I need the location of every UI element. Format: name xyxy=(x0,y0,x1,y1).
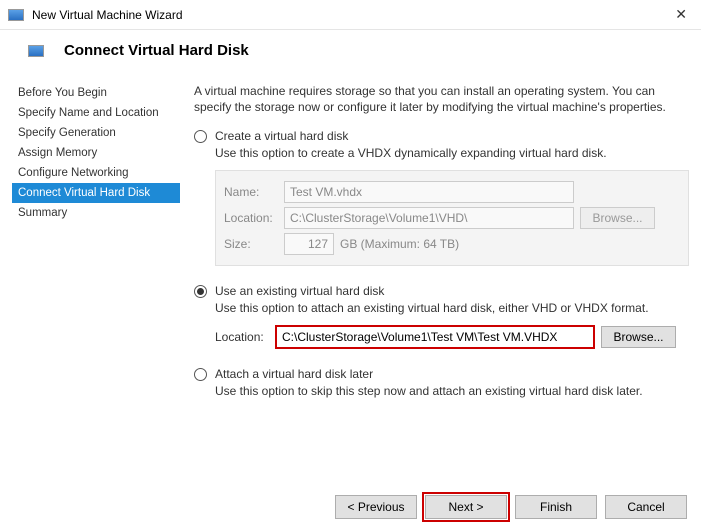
option-create-vhd: Create a virtual hard disk Use this opti… xyxy=(194,129,689,266)
wizard-icon xyxy=(8,9,24,21)
existing-browse-button[interactable]: Browse... xyxy=(601,326,676,348)
create-fields: Name: Location: Browse... Size: GB (Maxi… xyxy=(215,170,689,266)
radio-existing-label: Use an existing virtual hard disk xyxy=(215,284,384,298)
create-name-input xyxy=(284,181,574,203)
radio-later[interactable] xyxy=(194,368,207,381)
step-sidebar: Before You Begin Specify Name and Locati… xyxy=(12,83,180,416)
create-loc-input xyxy=(284,207,574,229)
create-desc: Use this option to create a VHDX dynamic… xyxy=(215,146,689,160)
existing-loc-input[interactable] xyxy=(275,325,595,349)
existing-loc-label: Location: xyxy=(215,330,275,344)
step-assign-memory[interactable]: Assign Memory xyxy=(12,143,180,163)
window-title: New Virtual Machine Wizard xyxy=(32,8,669,22)
previous-button[interactable]: < Previous xyxy=(335,495,417,519)
step-before-you-begin[interactable]: Before You Begin xyxy=(12,83,180,103)
create-size-input xyxy=(284,233,334,255)
radio-create-label: Create a virtual hard disk xyxy=(215,129,348,143)
create-loc-label: Location: xyxy=(224,211,284,225)
intro-text: A virtual machine requires storage so th… xyxy=(194,83,689,115)
create-size-unit: GB (Maximum: 64 TB) xyxy=(340,237,459,251)
finish-button[interactable]: Finish xyxy=(515,495,597,519)
option-attach-later: Attach a virtual hard disk later Use thi… xyxy=(194,367,689,398)
wizard-icon xyxy=(28,45,44,57)
titlebar: New Virtual Machine Wizard ✕ xyxy=(0,0,701,30)
step-specify-generation[interactable]: Specify Generation xyxy=(12,123,180,143)
next-button[interactable]: Next > xyxy=(425,495,507,519)
page-header: Connect Virtual Hard Disk xyxy=(0,30,701,75)
step-specify-name[interactable]: Specify Name and Location xyxy=(12,103,180,123)
step-summary[interactable]: Summary xyxy=(12,203,180,223)
wizard-footer: < Previous Next > Finish Cancel xyxy=(335,495,687,519)
existing-desc: Use this option to attach an existing vi… xyxy=(215,301,689,315)
later-desc: Use this option to skip this step now an… xyxy=(215,384,689,398)
option-existing-vhd: Use an existing virtual hard disk Use th… xyxy=(194,284,689,349)
create-name-label: Name: xyxy=(224,185,284,199)
wizard-body: Before You Begin Specify Name and Locati… xyxy=(0,75,701,416)
radio-existing[interactable] xyxy=(194,285,207,298)
create-browse-button: Browse... xyxy=(580,207,655,229)
existing-fields: Location: Browse... xyxy=(215,325,689,349)
step-connect-vhd[interactable]: Connect Virtual Hard Disk xyxy=(12,183,180,203)
page-title: Connect Virtual Hard Disk xyxy=(64,42,249,59)
step-configure-networking[interactable]: Configure Networking xyxy=(12,163,180,183)
radio-create[interactable] xyxy=(194,130,207,143)
radio-later-label: Attach a virtual hard disk later xyxy=(215,367,373,381)
wizard-content: A virtual machine requires storage so th… xyxy=(180,83,689,416)
close-icon[interactable]: ✕ xyxy=(669,6,693,23)
cancel-button[interactable]: Cancel xyxy=(605,495,687,519)
create-size-label: Size: xyxy=(224,237,284,251)
